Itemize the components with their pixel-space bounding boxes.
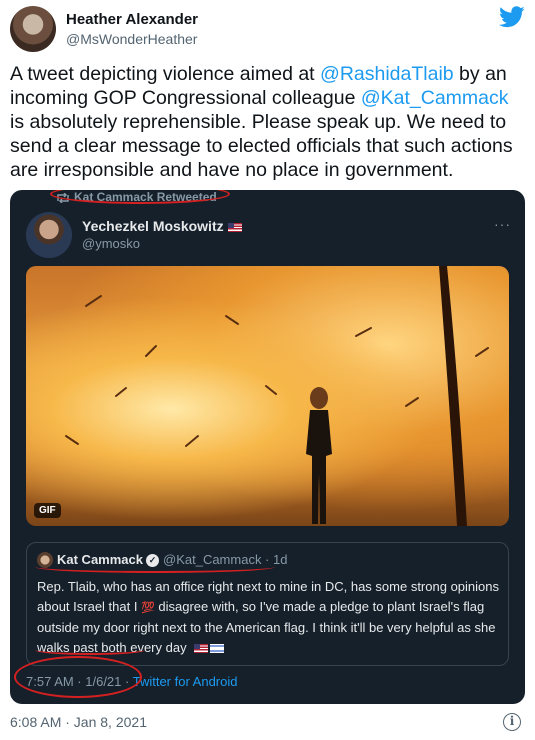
gif-media: GIF bbox=[26, 266, 509, 526]
embedded-author-handle: @ymosko bbox=[82, 236, 140, 251]
tweet-text-part: A tweet depicting violence aimed at bbox=[10, 63, 321, 85]
walking-figure bbox=[306, 387, 332, 524]
twitter-bird-icon[interactable] bbox=[499, 6, 525, 28]
annotation-underline bbox=[35, 561, 275, 573]
embedded-tweet-source: Twitter for Android bbox=[132, 674, 238, 689]
embedded-author-name: Yechezkel Moskowitz bbox=[82, 218, 242, 234]
mention-kat-cammack[interactable]: @Kat_Cammack bbox=[361, 87, 509, 109]
mention-rashida-tlaib[interactable]: @RashidaTlaib bbox=[320, 63, 454, 85]
palm-tree bbox=[439, 266, 467, 526]
hundred-points-icon: 💯 bbox=[141, 602, 155, 614]
embedded-author-avatar bbox=[26, 212, 72, 258]
annotation-circle bbox=[14, 656, 142, 698]
author-handle[interactable]: @MsWonderHeather bbox=[66, 31, 197, 47]
embedded-author-name-text: Yechezkel Moskowitz bbox=[82, 218, 224, 234]
annotation-underline bbox=[35, 645, 145, 655]
israel-flag-icon bbox=[210, 644, 225, 654]
tweet-text: A tweet depicting violence aimed at @Ras… bbox=[10, 62, 525, 182]
tweet-text-part: is absolutely reprehensible. Please spea… bbox=[10, 111, 513, 181]
more-options-icon: ··· bbox=[494, 216, 511, 232]
quoted-tweet: Kat Cammack ✓ @Kat_Cammack · 1d Rep. Tlai… bbox=[26, 542, 509, 666]
us-flag-icon bbox=[227, 222, 242, 232]
gif-badge: GIF bbox=[34, 503, 61, 518]
author-name[interactable]: Heather Alexander bbox=[66, 11, 198, 28]
us-flag-icon bbox=[194, 644, 209, 654]
tweet-header: Heather Alexander @MsWonderHeather bbox=[10, 6, 525, 52]
tweet-timestamp[interactable]: 6:08 AM · Jan 8, 2021 bbox=[10, 714, 147, 730]
author-avatar[interactable] bbox=[10, 6, 56, 52]
embedded-tweet-screenshot[interactable]: Kat Cammack Retweeted Yechezkel Moskowit… bbox=[10, 190, 525, 704]
info-icon[interactable]: i bbox=[503, 713, 521, 731]
